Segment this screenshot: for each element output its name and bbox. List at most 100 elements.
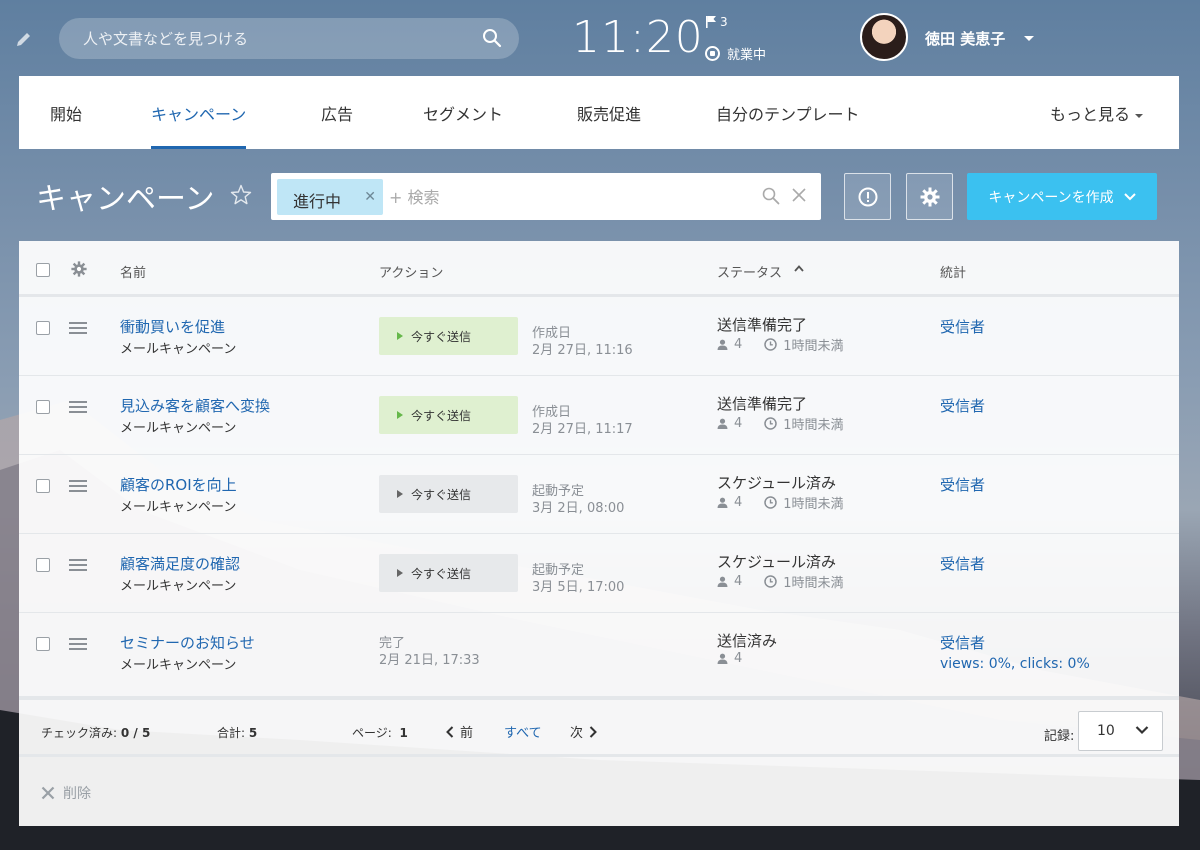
stats-summary[interactable]: views: 0%, clicks: 0% <box>940 656 1090 672</box>
tab-my-templates[interactable]: 自分のテンプレート <box>716 76 860 149</box>
settings-button[interactable] <box>906 173 953 220</box>
delete-button[interactable]: 削除 <box>41 783 91 803</box>
tab-start[interactable]: 開始 <box>50 76 82 149</box>
pager-all[interactable]: すべて <box>504 722 542 741</box>
page-label: ページ: <box>352 726 392 740</box>
clock-icon <box>764 338 778 351</box>
row-checkbox[interactable] <box>36 321 50 335</box>
table-row[interactable]: 顧客のROIを向上 メールキャンペーン 今すぐ送信 起動予定 3月 2日, 08:00 ス… <box>19 455 1179 534</box>
drag-handle-icon[interactable] <box>69 401 87 413</box>
status-label: 送信準備完了 <box>717 395 808 413</box>
recipients-link[interactable]: 受信者 <box>940 395 985 416</box>
campaign-name-link[interactable]: セミナーのお知らせ <box>120 632 255 653</box>
send-now-button[interactable]: 今すぐ送信 <box>379 475 518 513</box>
flag-counter[interactable]: 3 <box>706 15 728 29</box>
status-meta: 4 1時間未満 <box>717 335 844 354</box>
pager-all-label: すべて <box>504 726 542 741</box>
person-icon <box>717 576 728 587</box>
drag-handle-icon[interactable] <box>69 480 87 492</box>
tab-campaigns[interactable]: キャンペーン <box>151 76 247 149</box>
campaign-name-link[interactable]: 顧客満足度の確認 <box>120 553 240 574</box>
campaign-type: メールキャンペーン <box>120 658 237 673</box>
recipients-link[interactable]: 受信者 <box>940 632 985 653</box>
row-checkbox[interactable] <box>36 558 50 572</box>
campaign-name-link[interactable]: 衝動買いを促進 <box>120 316 225 337</box>
sort-ascending-icon[interactable] <box>794 265 804 272</box>
column-header-stats[interactable]: 統計 <box>940 262 966 281</box>
recipients-link[interactable]: 受信者 <box>940 474 985 495</box>
date-value: 3月 2日, 08:00 <box>532 501 625 516</box>
page-title: キャンペーン <box>36 182 215 217</box>
tab-ads[interactable]: 広告 <box>321 76 353 149</box>
alert-button[interactable] <box>844 173 891 220</box>
delete-label: 削除 <box>63 786 91 802</box>
row-checkbox[interactable] <box>36 637 50 651</box>
drag-handle-icon[interactable] <box>69 559 87 571</box>
search-icon[interactable] <box>482 28 502 48</box>
row-checkbox[interactable] <box>36 479 50 493</box>
chevron-down-icon <box>1123 192 1136 200</box>
tab-sales-promotion[interactable]: 販売促進 <box>577 76 641 149</box>
close-icon[interactable]: ✕ <box>364 189 376 205</box>
filter-chip[interactable]: 進行中 ✕ <box>277 179 383 215</box>
campaign-type: メールキャンペーン <box>120 579 237 594</box>
recipient-count: 4 <box>734 337 743 352</box>
campaign-name-link[interactable]: 顧客のROIを向上 <box>120 474 237 495</box>
records-per-page-select[interactable]: 10 <box>1078 711 1163 751</box>
column-header-action[interactable]: アクション <box>379 262 443 281</box>
total-count-label: 合計: <box>217 726 246 740</box>
gear-icon[interactable] <box>71 261 87 277</box>
avatar[interactable] <box>860 13 908 61</box>
campaign-name-link[interactable]: 見込み客を顧客へ変換 <box>120 395 270 416</box>
chevron-down-icon[interactable] <box>1024 36 1034 41</box>
column-header-name[interactable]: 名前 <box>120 262 146 281</box>
tab-segments[interactable]: セグメント <box>423 76 503 149</box>
send-now-button[interactable]: 今すぐ送信 <box>379 396 518 434</box>
exclamation-icon <box>858 187 877 206</box>
grid-header: 名前 アクション ステータス 統計 <box>19 241 1179 297</box>
status-label: スケジュール済み <box>717 553 836 571</box>
person-icon <box>717 653 728 664</box>
drag-handle-icon[interactable] <box>69 322 87 334</box>
status-label: スケジュール済み <box>717 474 836 492</box>
main-nav: 開始 キャンペーン 広告 セグメント 販売促進 自分のテンプレート もっと見る <box>19 76 1179 149</box>
records-per-page-value: 10 <box>1097 723 1115 739</box>
table-row[interactable]: 見込み客を顧客へ変換 メールキャンペーン 今すぐ送信 作成日 2月 27日, 11:17… <box>19 376 1179 455</box>
chevron-left-icon <box>446 725 454 738</box>
recipients-link[interactable]: 受信者 <box>940 316 985 337</box>
star-icon[interactable] <box>229 183 253 207</box>
flag-icon <box>706 16 716 28</box>
pager-next[interactable]: 次 <box>570 722 597 741</box>
pager-prev[interactable]: 前 <box>446 722 473 741</box>
status-label: 送信準備完了 <box>717 316 808 334</box>
table-row[interactable]: セミナーのお知らせ メールキャンペーン 完了 2月 21日, 17:33 送信済み 4 受信… <box>19 613 1179 697</box>
play-icon <box>397 569 403 577</box>
send-now-button[interactable]: 今すぐ送信 <box>379 317 518 355</box>
filter-search-input[interactable] <box>389 179 749 215</box>
filter-bar: 進行中 ✕ <box>271 173 821 220</box>
checked-count-value: 0 / 5 <box>120 726 151 740</box>
work-status[interactable]: 就業中 <box>705 44 766 63</box>
recipient-count: 4 <box>734 495 743 510</box>
table-row[interactable]: 顧客満足度の確認 メールキャンペーン 今すぐ送信 起動予定 3月 5日, 17:00 スケ… <box>19 534 1179 613</box>
clock: 11:20 <box>572 12 704 63</box>
global-search-input[interactable] <box>59 18 479 59</box>
search-icon[interactable] <box>762 187 780 205</box>
table-row[interactable]: 衝動買いを促進 メールキャンペーン 今すぐ送信 作成日 2月 27日, 11:16 送信準… <box>19 297 1179 376</box>
row-checkbox[interactable] <box>36 400 50 414</box>
clear-icon[interactable] <box>792 188 806 202</box>
drag-handle-icon[interactable] <box>69 638 87 650</box>
pencil-icon[interactable] <box>15 30 33 48</box>
status-label: 送信済み <box>717 632 778 650</box>
nav-more-menu[interactable]: もっと見る <box>1050 76 1143 154</box>
global-search <box>59 18 519 59</box>
recipients-link[interactable]: 受信者 <box>940 553 985 574</box>
send-now-button[interactable]: 今すぐ送信 <box>379 554 518 592</box>
person-icon <box>717 339 728 350</box>
select-all-checkbox[interactable] <box>36 263 50 277</box>
create-campaign-button[interactable]: キャンペーンを作成 <box>967 173 1157 220</box>
column-header-status[interactable]: ステータス <box>717 262 782 281</box>
stop-icon <box>705 46 720 61</box>
user-name[interactable]: 徳田 美恵子 <box>925 28 1005 49</box>
page-value: 1 <box>399 726 408 740</box>
